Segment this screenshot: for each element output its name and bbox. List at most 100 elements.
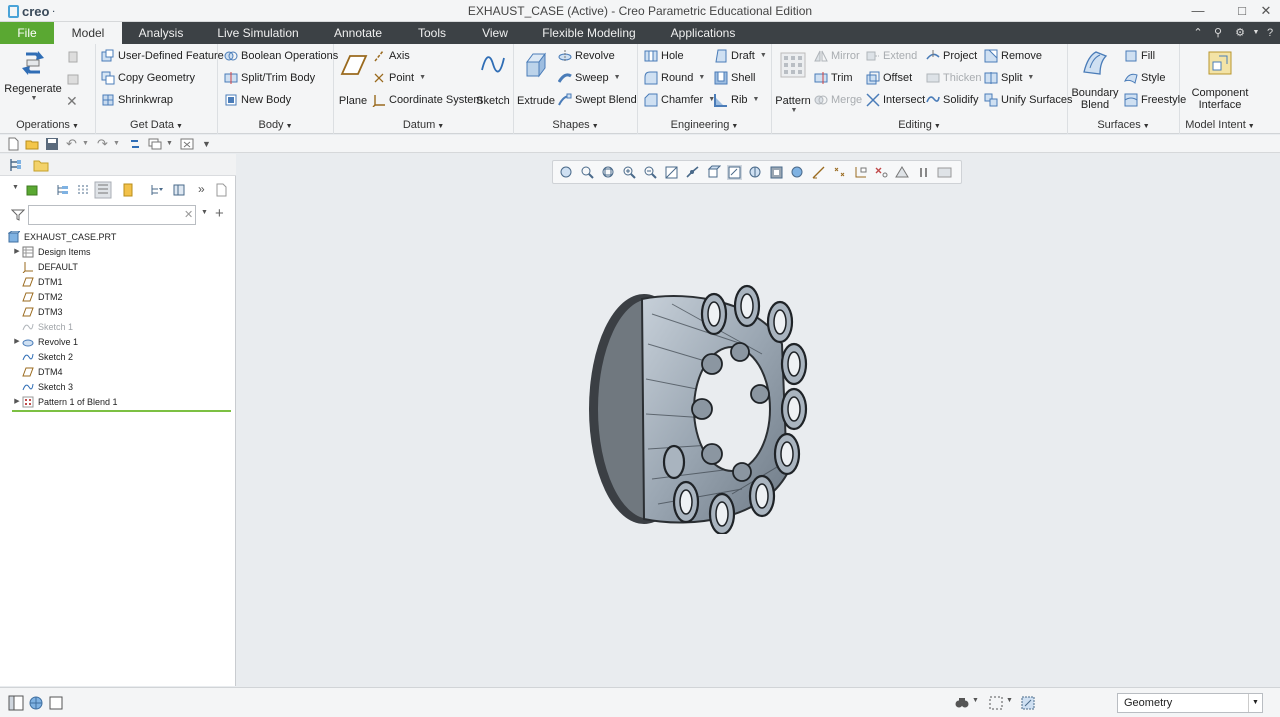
windows-dropdown-icon[interactable]: ▼	[166, 137, 180, 151]
more-icon[interactable]: »	[198, 182, 205, 196]
part-filter-icon[interactable]	[25, 183, 39, 197]
tree-filter-list-icon[interactable]	[150, 183, 164, 197]
show-browser-icon[interactable]	[28, 695, 44, 711]
tree-item-dtm1[interactable]: DTM1	[22, 275, 63, 289]
mirror-button[interactable]: Mirror	[814, 47, 860, 65]
zoom-in-icon[interactable]	[622, 165, 637, 180]
tree-columns-icon[interactable]	[56, 183, 70, 197]
tab-view[interactable]: View	[472, 22, 518, 44]
zoom-out-icon[interactable]	[643, 165, 658, 180]
tree-search-input[interactable]	[28, 205, 196, 225]
hole-button[interactable]: Hole	[644, 47, 684, 65]
coordinate-system-button[interactable]: Coordinate System	[372, 91, 483, 109]
tree-item-default-csys[interactable]: DEFAULT	[22, 260, 78, 274]
delete-icon[interactable]: ✕	[66, 94, 80, 108]
tab-flexible-modeling[interactable]: Flexible Modeling	[533, 22, 645, 44]
filter-icon[interactable]	[11, 208, 25, 222]
tab-annotate[interactable]: Annotate	[322, 22, 394, 44]
tree-item-sketch-2[interactable]: Sketch 2	[22, 350, 73, 364]
revolve-button[interactable]: Revolve	[558, 47, 615, 65]
full-screen-icon[interactable]	[48, 695, 64, 711]
new-body-button[interactable]: New Body	[224, 91, 291, 109]
selection-filter-dropdown[interactable]: Geometry ▼	[1117, 693, 1263, 713]
group-label-shapes[interactable]: Shapes ▼	[514, 119, 637, 131]
tab-applications[interactable]: Applications	[660, 22, 746, 44]
split-button[interactable]: Split ▼	[984, 69, 1034, 87]
refit-view-icon[interactable]	[559, 165, 574, 180]
close-icon[interactable]: ✕	[1254, 2, 1278, 20]
offset-button[interactable]: Offset	[866, 69, 912, 87]
copy-icon[interactable]	[66, 50, 80, 64]
round-button[interactable]: Round ▼	[644, 69, 705, 87]
expand-arrow-icon[interactable]: ▶	[12, 245, 22, 259]
remove-button[interactable]: Remove	[984, 47, 1042, 65]
draft-button[interactable]: Draft ▼	[714, 47, 767, 65]
user-defined-feature-button[interactable]: User-Defined Feature	[101, 47, 224, 65]
tree-item-design-items[interactable]: ▶ Design Items	[12, 245, 91, 259]
undo-icon[interactable]: ↶	[66, 137, 80, 151]
tab-live-simulation[interactable]: Live Simulation	[208, 22, 308, 44]
regenerate-button[interactable]: Regenerate ▼	[4, 48, 62, 102]
graphics-toolbar-menu-icon[interactable]	[937, 165, 952, 180]
add-filter-icon[interactable]: +	[215, 205, 224, 222]
tree-item-pattern-1[interactable]: ▶ Pattern 1 of Blend 1	[12, 395, 118, 409]
merge-button[interactable]: Merge	[814, 91, 862, 109]
extend-button[interactable]: Extend	[866, 47, 917, 65]
tree-display-icon[interactable]	[172, 183, 186, 197]
paste-icon[interactable]	[66, 72, 80, 86]
point-button[interactable]: Point ▼	[372, 69, 426, 87]
model-tree-tab-icon[interactable]	[8, 157, 24, 173]
solidify-button[interactable]: Solidify	[926, 91, 978, 109]
new-file-icon[interactable]	[6, 137, 20, 151]
group-label-surfaces[interactable]: Surfaces ▼	[1068, 119, 1179, 131]
split-trim-body-button[interactable]: Split/Trim Body	[224, 69, 315, 87]
selection-box-dropdown-icon[interactable]: ▼	[1006, 697, 1013, 704]
datum-points-display-icon[interactable]	[832, 165, 847, 180]
tree-filters-icon[interactable]	[76, 183, 90, 197]
saved-orientations-icon[interactable]	[727, 165, 742, 180]
repaint-icon[interactable]	[664, 165, 679, 180]
tab-file[interactable]: File	[0, 22, 54, 44]
rib-dropdown-icon[interactable]: ▼	[753, 91, 760, 109]
perspective-view-icon[interactable]	[685, 165, 700, 180]
shell-button[interactable]: Shell	[714, 69, 755, 87]
boundary-blend-button[interactable]: Boundary Blend	[1070, 48, 1120, 111]
section-view-icon[interactable]	[769, 165, 784, 180]
tab-tools[interactable]: Tools	[408, 22, 456, 44]
show-dropdown-icon[interactable]: ▼	[12, 184, 19, 191]
windows-icon[interactable]	[148, 137, 162, 151]
rib-button[interactable]: Rib ▼	[714, 91, 759, 109]
tree-item-sketch-3[interactable]: Sketch 3	[22, 380, 73, 394]
regenerate-small-icon[interactable]	[128, 137, 142, 151]
refit-icon[interactable]	[601, 165, 616, 180]
shrinkwrap-button[interactable]: Shrinkwrap	[101, 91, 173, 109]
find-dropdown-icon[interactable]: ▼	[972, 697, 979, 704]
trim-button[interactable]: Trim	[814, 69, 853, 87]
close-window-icon[interactable]	[180, 137, 194, 151]
settings-icon[interactable]: ⚙	[1232, 25, 1248, 41]
search-icon[interactable]: ⚲	[1210, 25, 1226, 41]
sketch-button[interactable]: Sketch	[476, 50, 510, 107]
tree-item-dtm2[interactable]: DTM2	[22, 290, 63, 304]
axis-button[interactable]: Axis	[372, 47, 410, 65]
exhaust-case-model[interactable]	[582, 284, 812, 534]
csys-display-icon[interactable]	[853, 165, 868, 180]
selection-box-icon[interactable]	[988, 695, 1004, 711]
tree-item-root[interactable]: EXHAUST_CASE.PRT	[8, 230, 116, 244]
search-options-dropdown-icon[interactable]: ▼	[201, 209, 208, 216]
undo-dropdown-icon[interactable]: ▼	[82, 137, 96, 151]
style-button[interactable]: Style	[1124, 69, 1165, 87]
expand-arrow-icon[interactable]: ▶	[12, 395, 22, 409]
component-interface-button[interactable]: Component Interface	[1184, 48, 1256, 111]
project-button[interactable]: Project	[926, 47, 977, 65]
minimize-icon[interactable]: —	[1186, 2, 1210, 20]
open-folder-icon[interactable]	[25, 137, 39, 151]
split-dropdown-icon[interactable]: ▼	[1027, 69, 1034, 87]
pause-icon[interactable]	[916, 165, 931, 180]
regenerate-dropdown-icon[interactable]: ▼	[6, 95, 62, 102]
show-navigator-icon[interactable]	[8, 695, 24, 711]
pattern-dropdown-icon[interactable]: ▼	[776, 107, 812, 114]
view-manager-icon[interactable]	[748, 165, 763, 180]
spin-center-icon[interactable]	[895, 165, 910, 180]
tab-analysis[interactable]: Analysis	[130, 22, 192, 44]
